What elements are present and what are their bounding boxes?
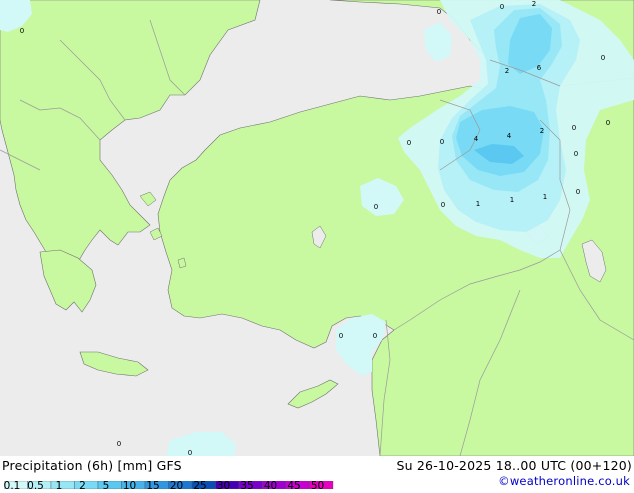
legend-tick-label: 1: [55, 480, 63, 492]
value-label: 0: [374, 203, 378, 211]
value-label: 0: [606, 119, 610, 127]
value-label: 0: [440, 138, 444, 146]
legend-tick-label: 40: [263, 480, 278, 492]
legend-swatch: [97, 480, 122, 490]
legend-tick-label: 10: [122, 480, 137, 492]
legend-tick-label: 20: [169, 480, 184, 492]
legend-tick-label: 2: [79, 480, 86, 492]
value-label: 0: [574, 150, 578, 158]
value-label: 0: [572, 124, 576, 132]
validity-time: Su 26-10-2025 18..00 UTC (00+120): [396, 458, 632, 473]
value-label: 0: [576, 188, 580, 196]
value-label: 0: [437, 8, 441, 16]
value-label: 4: [474, 135, 479, 143]
legend-tick-label: 30: [216, 480, 231, 492]
legend-swatch: [74, 480, 99, 490]
value-label: 0: [20, 27, 24, 35]
value-label: 2: [505, 67, 509, 75]
value-label: 0: [500, 3, 504, 11]
value-label: 0: [373, 332, 377, 340]
legend-tick-label: 5: [102, 480, 110, 492]
map-footer: Precipitation (6h) [mm] GFS Su 26-10-202…: [0, 456, 634, 492]
value-label: 2: [540, 127, 544, 135]
value-label: 0: [407, 139, 411, 147]
legend-tick-label: 50: [310, 480, 325, 492]
legend-tick-label: 0.5: [27, 480, 44, 492]
legend-tick-label: 0.1: [3, 480, 21, 492]
value-label: 1: [476, 200, 480, 208]
precipitation-map: 0 0 2 2 6 0 0 0 4 2 0 0 0 4 0 0 0 1 1 1 …: [0, 0, 634, 457]
legend-tick-label: 25: [193, 480, 207, 492]
value-label: 1: [543, 193, 547, 201]
value-label: 1: [510, 196, 514, 204]
value-label: 4: [507, 132, 512, 140]
value-labels-layer: 0 0 2 2 6 0 0 0 4 2 0 0 0 4 0 0 0 1 1 1 …: [20, 0, 610, 456]
legend-swatch: [50, 480, 75, 490]
legend-tick-label: 45: [287, 480, 301, 492]
credit-link[interactable]: ©weatheronline.co.uk: [498, 474, 630, 488]
value-label: 0: [441, 201, 445, 209]
legend-tick-label: 35: [240, 480, 254, 492]
value-label: 6: [537, 64, 542, 72]
value-label: 0: [339, 332, 343, 340]
value-label: 0: [601, 54, 605, 62]
value-label: 0: [188, 449, 192, 456]
product-title: Precipitation (6h) [mm] GFS: [2, 458, 182, 473]
legend-tick-label: 15: [146, 480, 160, 492]
value-label: 2: [532, 0, 536, 8]
value-label: 0: [117, 440, 121, 448]
